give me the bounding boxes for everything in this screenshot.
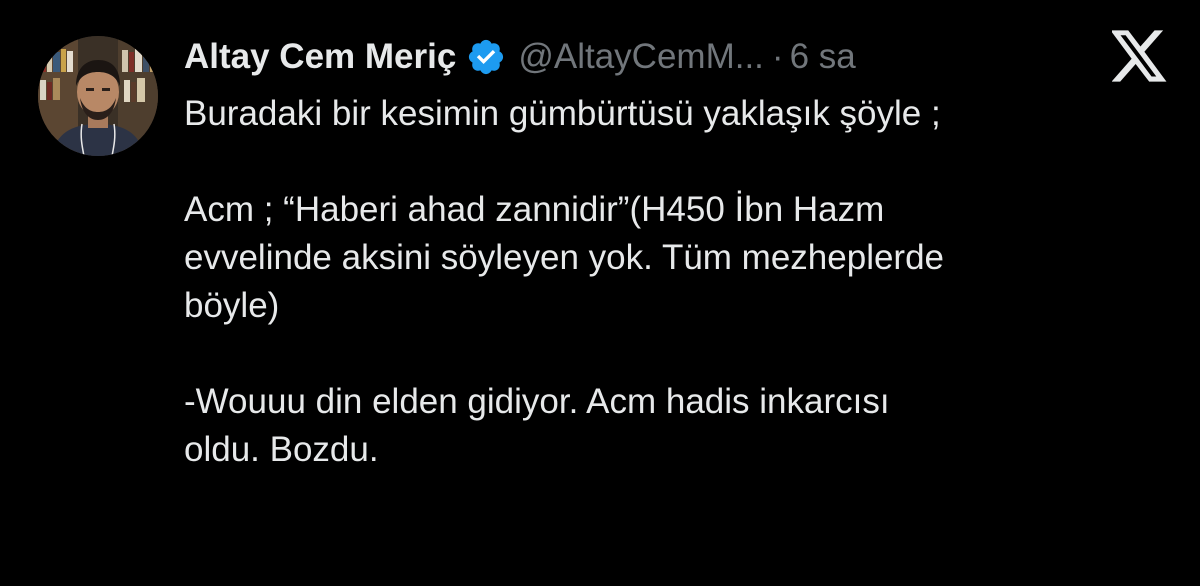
tweet-text-line: Buradaki bir kesimin gümbürtüsü yaklaşık… [184, 94, 941, 133]
tweet-text-line: böyle) [184, 286, 280, 325]
avatar-photo [38, 36, 158, 156]
tweet-text-line: evvelinde aksini söyleyen yok. Tüm mezhe… [184, 238, 945, 277]
tweet-text-line: Acm ; “Haberi ahad zannidir”(H450 İbn Ha… [184, 190, 885, 229]
author-display-name[interactable]: Altay Cem Meriç [184, 34, 456, 80]
tweet-card: Altay Cem Meriç @AltayCemM... · 6 sa Bur… [0, 0, 1200, 586]
x-logo-icon [1110, 30, 1168, 82]
tweet-text: Buradaki bir kesimin gümbürtüsü yaklaşık… [184, 90, 1174, 474]
timestamp[interactable]: 6 sa [790, 34, 856, 80]
separator-dot: · [771, 37, 784, 76]
tweet-header: Altay Cem Meriç @AltayCemM... · 6 sa [184, 34, 856, 80]
verified-badge-icon [466, 37, 506, 77]
author-handle[interactable]: @AltayCemM... [518, 34, 764, 80]
tweet-text-line: oldu. Bozdu. [184, 430, 379, 469]
avatar[interactable] [38, 36, 158, 156]
tweet-text-line: -Wouuu din elden gidiyor. Acm hadis inka… [184, 382, 890, 421]
